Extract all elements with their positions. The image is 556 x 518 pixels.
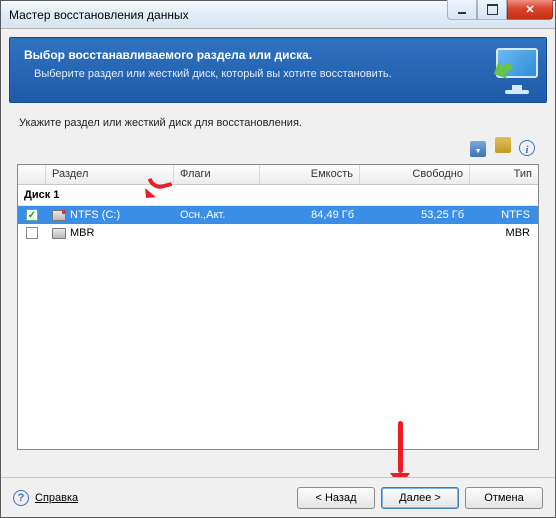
partition-name: NTFS (C:) — [70, 209, 120, 221]
help-label: Справка — [35, 492, 78, 504]
help-link[interactable]: ? Справка — [13, 490, 78, 506]
table-row[interactable]: NTFS (C:) Осн.,Акт. 84,49 Гб 53,25 Гб NT… — [18, 206, 538, 224]
next-button[interactable]: Далее > — [381, 487, 459, 509]
col-checkbox — [18, 165, 46, 184]
monitor-restore-icon — [488, 46, 538, 96]
col-capacity[interactable]: Емкость — [260, 165, 360, 184]
row-checkbox[interactable] — [26, 209, 38, 221]
col-partition[interactable]: Раздел — [46, 165, 174, 184]
col-flags[interactable]: Флаги — [174, 165, 260, 184]
back-button[interactable]: < Назад — [297, 487, 375, 509]
partition-free: 53,25 Гб — [360, 209, 470, 221]
partition-capacity: 84,49 Гб — [260, 209, 360, 221]
wizard-window: Мастер восстановления данных Выбор восст… — [0, 0, 556, 518]
partition-type: MBR — [470, 227, 538, 239]
mini-toolbar — [1, 137, 555, 164]
instruction-text: Укажите раздел или жесткий диск для восс… — [1, 103, 555, 137]
save-icon[interactable] — [495, 137, 511, 153]
cancel-button[interactable]: Отмена — [465, 487, 543, 509]
help-icon: ? — [13, 490, 29, 506]
partition-flags: Осн.,Акт. — [174, 209, 260, 221]
partition-table: Раздел Флаги Емкость Свободно Тип Диск 1… — [17, 164, 539, 450]
table-header: Раздел Флаги Емкость Свободно Тип — [18, 165, 538, 185]
col-type[interactable]: Тип — [470, 165, 538, 184]
wizard-banner: Выбор восстанавливаемого раздела или дис… — [9, 37, 547, 103]
disk-group[interactable]: Диск 1 — [18, 185, 538, 206]
partition-name: MBR — [70, 227, 94, 239]
rescan-drives-icon[interactable] — [470, 141, 486, 157]
close-button[interactable] — [507, 0, 553, 20]
wizard-footer: ? Справка < Назад Далее > Отмена — [1, 477, 555, 517]
minimize-button[interactable] — [447, 0, 477, 20]
drive-icon — [52, 228, 66, 239]
maximize-button[interactable] — [477, 0, 507, 20]
info-icon[interactable] — [519, 140, 535, 156]
banner-subtext: Выберите раздел или жесткий диск, которы… — [24, 68, 532, 80]
banner-heading: Выбор восстанавливаемого раздела или дис… — [24, 48, 532, 62]
drive-icon — [52, 210, 66, 221]
window-title: Мастер восстановления данных — [1, 8, 189, 22]
window-controls — [447, 0, 553, 20]
col-free[interactable]: Свободно — [360, 165, 470, 184]
row-checkbox[interactable] — [26, 227, 38, 239]
titlebar: Мастер восстановления данных — [1, 1, 555, 29]
table-row[interactable]: MBR MBR — [18, 224, 538, 242]
partition-type: NTFS — [470, 209, 538, 221]
